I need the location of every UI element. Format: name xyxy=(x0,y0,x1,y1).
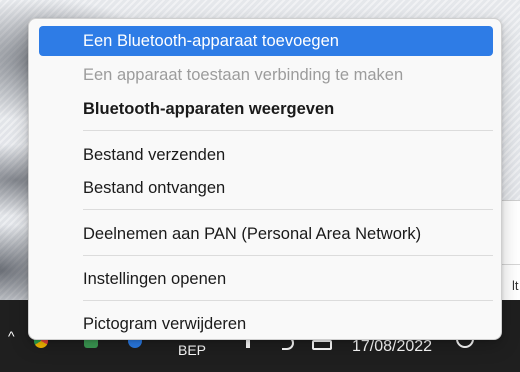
menu-item-show-bluetooth-devices[interactable]: Bluetooth-apparaten weergeven xyxy=(39,94,493,124)
menu-item-remove-icon[interactable]: Pictogram verwijderen xyxy=(39,309,493,339)
menu-separator xyxy=(83,130,493,131)
menu-separator xyxy=(83,209,493,210)
menu-item-allow-device-connect: Een apparaat toestaan verbinding te make… xyxy=(83,66,404,84)
battery-icon[interactable] xyxy=(312,340,332,350)
taskbar-date[interactable]: 17/08/2022 xyxy=(352,338,432,356)
background-window-divider xyxy=(500,264,520,265)
menu-item-open-settings[interactable]: Instellingen openen xyxy=(39,264,493,294)
language-indicator[interactable]: BEP xyxy=(178,342,206,358)
menu-separator xyxy=(83,300,493,301)
menu-item-send-file[interactable]: Bestand verzenden xyxy=(39,140,493,170)
menu-item-join-pan[interactable]: Deelnemen aan PAN (Personal Area Network… xyxy=(39,219,493,249)
bluetooth-context-menu: Een Bluetooth-apparaat toevoegen Een app… xyxy=(28,18,502,340)
menu-item-add-bluetooth-device[interactable]: Een Bluetooth-apparaat toevoegen xyxy=(39,26,493,56)
menu-item-receive-file[interactable]: Bestand ontvangen xyxy=(39,173,493,203)
background-window-text: lt xyxy=(512,278,519,293)
chevron-up-icon[interactable]: ^ xyxy=(8,328,15,344)
menu-separator xyxy=(83,255,493,256)
